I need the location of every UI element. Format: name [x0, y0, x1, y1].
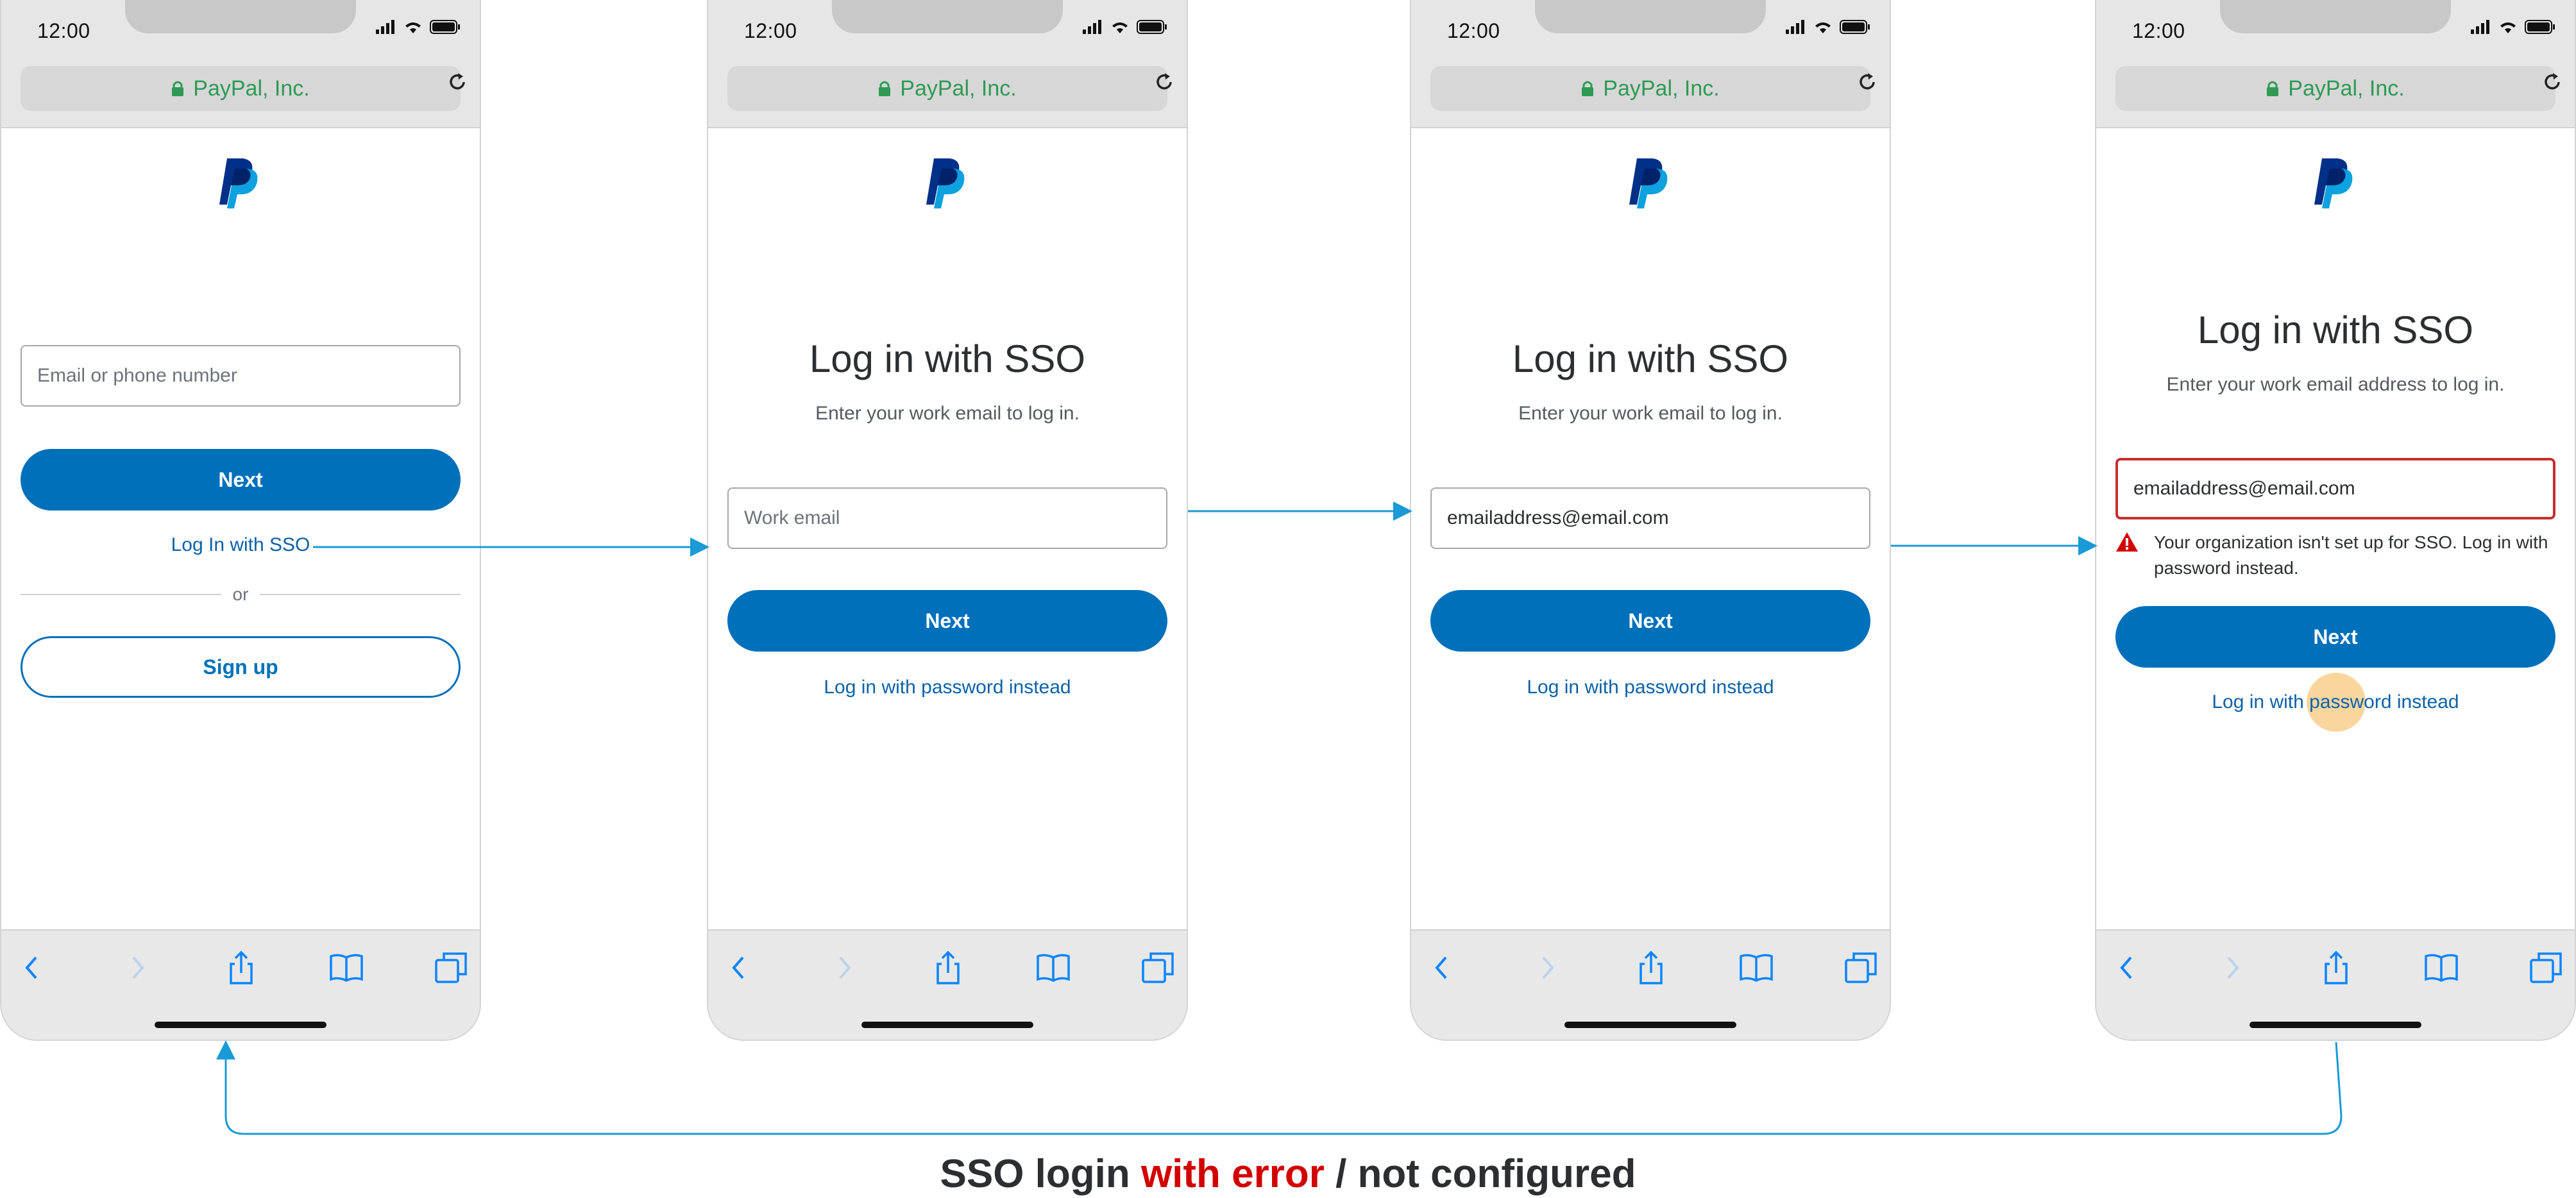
caption-error-highlight: with error: [1140, 1152, 1325, 1196]
caption-part3: / not configured: [1324, 1152, 1636, 1196]
flow-caption: SSO login with error / not configured: [0, 1151, 2576, 1197]
caption-part1: SSO login: [940, 1152, 1141, 1196]
flow-arrows: [216, 502, 2343, 1135]
arrow-return-to-screen1: [216, 1040, 2343, 1135]
